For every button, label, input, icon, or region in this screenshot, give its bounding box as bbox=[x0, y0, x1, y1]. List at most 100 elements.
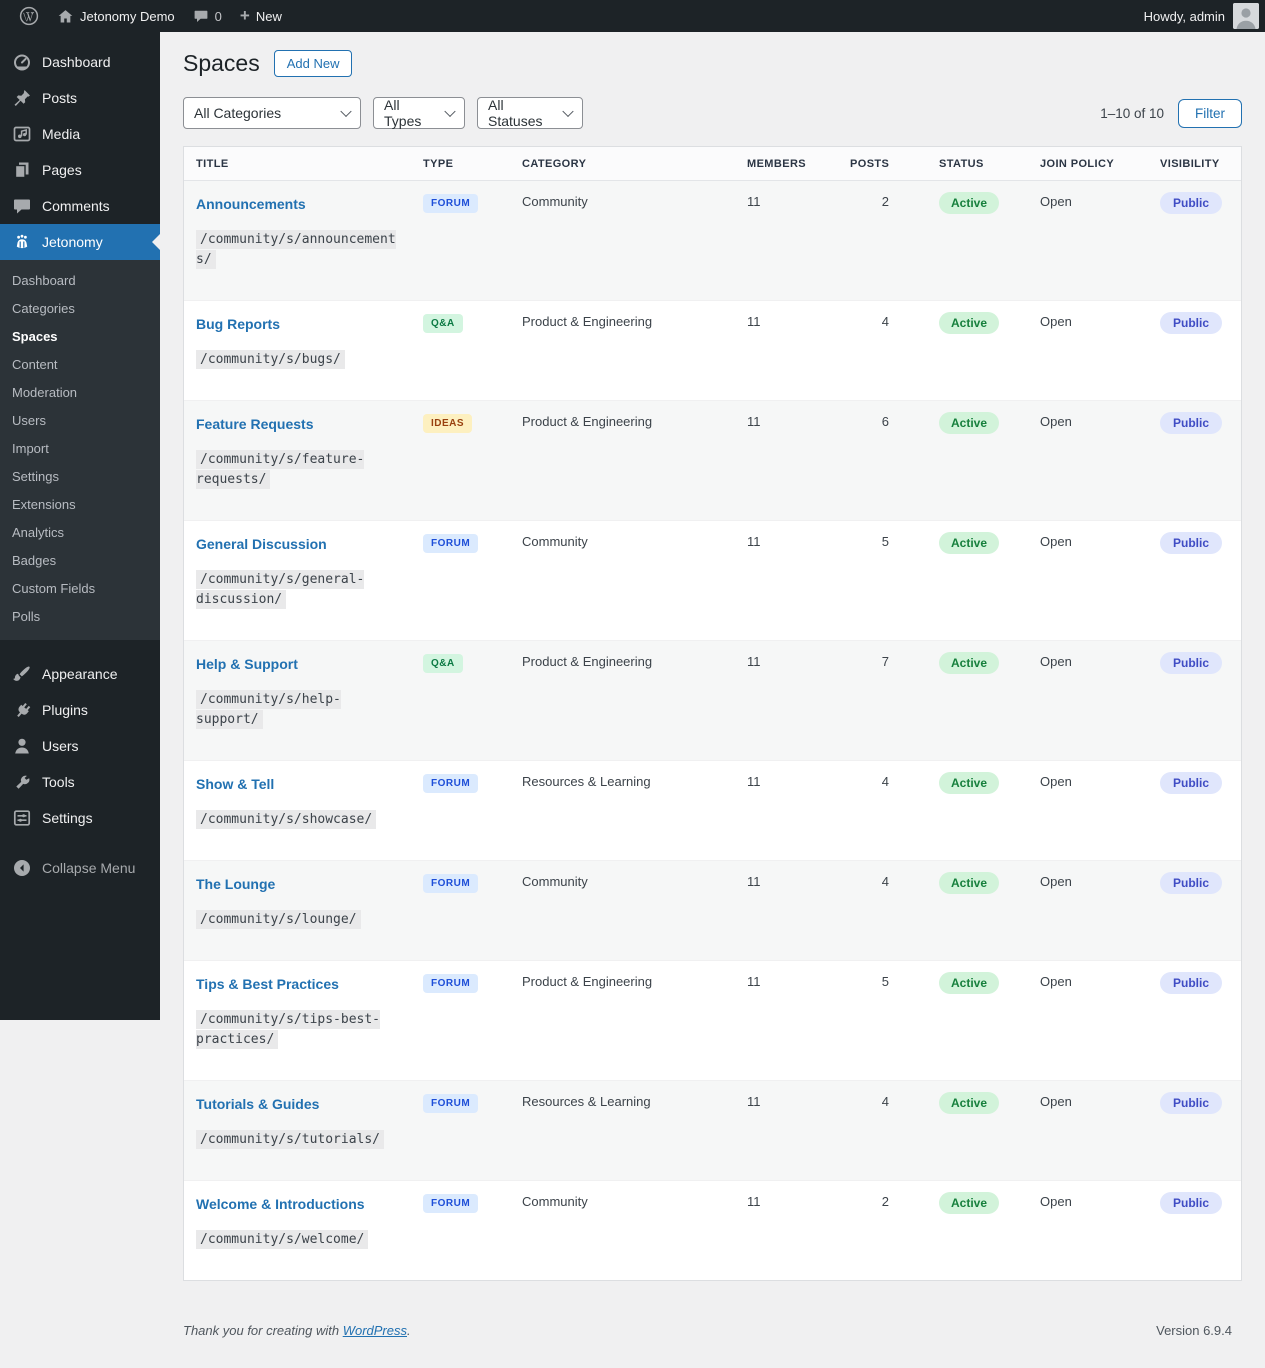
sidebar-item-plugins[interactable]: Plugins bbox=[0, 692, 160, 728]
space-slug: /community/s/bugs/ bbox=[196, 350, 345, 369]
footer-thanks-text: Thank you for creating with WordPress. bbox=[183, 1323, 411, 1338]
site-name-link[interactable]: Jetonomy Demo bbox=[48, 0, 184, 32]
sidebar-subitem-categories[interactable]: Categories bbox=[0, 295, 160, 323]
new-label: New bbox=[255, 8, 282, 24]
collapse-arrow-icon bbox=[12, 858, 32, 878]
sidebar-item-media[interactable]: Media bbox=[0, 116, 160, 152]
title-cell: Welcome & Introductions /community/s/wel… bbox=[184, 1181, 423, 1281]
space-title-link[interactable]: Welcome & Introductions bbox=[196, 1194, 365, 1214]
visibility-badge: Public bbox=[1160, 1192, 1223, 1214]
space-title-link[interactable]: Tutorials & Guides bbox=[196, 1094, 319, 1114]
members-cell: 11 bbox=[747, 414, 761, 429]
type-badge: Forum bbox=[423, 1094, 479, 1113]
categories-filter-select[interactable]: All Categories bbox=[183, 97, 361, 129]
sidebar-subitem-badges[interactable]: Badges bbox=[0, 547, 160, 575]
column-header-status: Status bbox=[889, 147, 1040, 181]
title-cell: Feature Requests /community/s/feature-re… bbox=[184, 401, 423, 521]
visibility-cell: Public bbox=[1160, 1181, 1241, 1281]
space-slug: /community/s/tips-best-practices/ bbox=[196, 1010, 381, 1049]
howdy-admin-menu[interactable]: Howdy, admin bbox=[1144, 9, 1225, 24]
status-cell: Active bbox=[889, 301, 1040, 401]
space-title-link[interactable]: The Lounge bbox=[196, 874, 275, 894]
sidebar-item-comments[interactable]: Comments bbox=[0, 188, 160, 224]
category-cell: Community bbox=[522, 534, 588, 549]
sidebar-item-posts[interactable]: Posts bbox=[0, 80, 160, 116]
table-row: The Lounge /community/s/lounge/ Forum Co… bbox=[184, 860, 1241, 961]
title-cell: Bug Reports /community/s/bugs/ bbox=[184, 301, 423, 401]
dashboard-gauge-icon bbox=[12, 52, 32, 72]
space-slug-wrap: /community/s/lounge/ bbox=[196, 909, 402, 929]
space-title-link[interactable]: Show & Tell bbox=[196, 774, 274, 794]
status-cell: Active bbox=[889, 401, 1040, 521]
avatar[interactable] bbox=[1233, 3, 1259, 29]
sidebar-subitem-content[interactable]: Content bbox=[0, 351, 160, 379]
filters-bar: All Categories All Types All Statuses 1–… bbox=[183, 97, 1242, 129]
statuses-filter-select[interactable]: All Statuses bbox=[477, 97, 583, 129]
join-policy-cell: Open bbox=[1040, 774, 1072, 789]
space-title-link[interactable]: Help & Support bbox=[196, 654, 298, 674]
visibility-badge: Public bbox=[1160, 192, 1223, 214]
sidebar-subitem-settings[interactable]: Settings bbox=[0, 463, 160, 491]
sidebar-item-jetonomy[interactable]: Jetonomy bbox=[0, 224, 160, 260]
column-header-title: Title bbox=[184, 147, 423, 181]
categories-filter-value: All Categories bbox=[194, 105, 282, 121]
space-title-link[interactable]: General Discussion bbox=[196, 534, 327, 554]
sidebar-subitem-moderation[interactable]: Moderation bbox=[0, 379, 160, 407]
visibility-badge: Public bbox=[1160, 412, 1223, 434]
members-cell: 11 bbox=[747, 974, 761, 989]
chevron-down-icon bbox=[562, 105, 574, 118]
members-cell: 11 bbox=[747, 654, 761, 669]
status-cell: Active bbox=[889, 641, 1040, 761]
space-slug: /community/s/showcase/ bbox=[196, 810, 377, 829]
collapse-menu-button[interactable]: Collapse Menu bbox=[0, 850, 160, 886]
sidebar-item-settings[interactable]: Settings bbox=[0, 800, 160, 836]
space-title-link[interactable]: Feature Requests bbox=[196, 414, 313, 434]
join-policy-cell: Open bbox=[1040, 974, 1072, 989]
posts-cell: 4 bbox=[881, 1094, 889, 1109]
sidebar-subitem-polls[interactable]: Polls bbox=[0, 603, 160, 631]
sidebar-subitem-dashboard[interactable]: Dashboard bbox=[0, 267, 160, 295]
space-title-link[interactable]: Announcements bbox=[196, 194, 306, 214]
types-filter-select[interactable]: All Types bbox=[373, 97, 465, 129]
sidebar-subitem-custom-fields[interactable]: Custom Fields bbox=[0, 575, 160, 603]
sidebar-subitem-users[interactable]: Users bbox=[0, 407, 160, 435]
comments-shortcut[interactable]: 0 bbox=[184, 0, 231, 32]
title-cell: Tutorials & Guides /community/s/tutorial… bbox=[184, 1081, 423, 1181]
admin-bar: Jetonomy Demo 0 + New Howdy, admin bbox=[0, 0, 1265, 32]
paintbrush-icon bbox=[12, 664, 32, 684]
groups-icon bbox=[12, 232, 32, 252]
new-content-menu[interactable]: + New bbox=[231, 0, 291, 32]
sidebar-item-dashboard[interactable]: Dashboard bbox=[0, 44, 160, 80]
table-row: Show & Tell /community/s/showcase/ Forum… bbox=[184, 760, 1241, 861]
space-title-link[interactable]: Bug Reports bbox=[196, 314, 280, 334]
media-icon bbox=[12, 124, 32, 144]
visibility-badge: Public bbox=[1160, 652, 1223, 674]
sidebar-subitem-analytics[interactable]: Analytics bbox=[0, 519, 160, 547]
members-cell: 11 bbox=[747, 874, 761, 889]
members-cell: 11 bbox=[747, 1194, 761, 1209]
visibility-cell: Public bbox=[1160, 301, 1241, 401]
sidebar-subitem-import[interactable]: Import bbox=[0, 435, 160, 463]
join-policy-cell: Open bbox=[1040, 414, 1072, 429]
space-title-link[interactable]: Tips & Best Practices bbox=[196, 974, 339, 994]
sidebar-item-pages[interactable]: Pages bbox=[0, 152, 160, 188]
sidebar-item-label: Comments bbox=[42, 198, 110, 214]
type-badge: Forum bbox=[423, 1194, 479, 1213]
filter-button[interactable]: Filter bbox=[1178, 98, 1242, 128]
sidebar-item-tools[interactable]: Tools bbox=[0, 764, 160, 800]
wordpress-link[interactable]: WordPress bbox=[343, 1323, 407, 1338]
column-header-visibility: Visibility bbox=[1160, 147, 1241, 181]
statuses-filter-value: All Statuses bbox=[488, 97, 543, 129]
column-header-posts: Posts bbox=[850, 147, 889, 181]
posts-cell: 6 bbox=[881, 414, 889, 429]
status-badge: Active bbox=[939, 652, 1000, 674]
type-cell: Forum bbox=[423, 761, 522, 861]
sidebar-item-appearance[interactable]: Appearance bbox=[0, 656, 160, 692]
sidebar-subitem-spaces[interactable]: Spaces bbox=[0, 323, 160, 351]
add-new-button[interactable]: Add New bbox=[273, 49, 353, 77]
status-cell: Active bbox=[889, 1181, 1040, 1281]
wordpress-logo-menu[interactable] bbox=[10, 0, 48, 32]
sidebar-item-users[interactable]: Users bbox=[0, 728, 160, 764]
sidebar-subitem-extensions[interactable]: Extensions bbox=[0, 491, 160, 519]
status-badge: Active bbox=[939, 312, 1000, 334]
